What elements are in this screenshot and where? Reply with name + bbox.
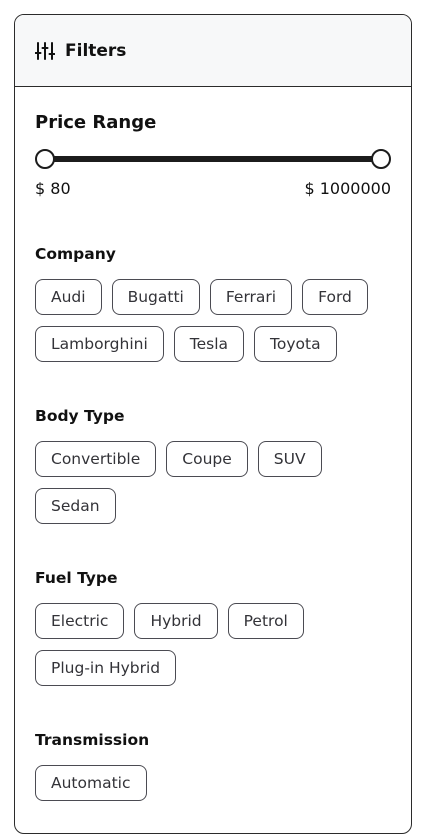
- filter-chip[interactable]: SUV: [257, 441, 322, 477]
- chip-group-fuel-type: Electric Hybrid Petrol Plug-in Hybrid: [35, 603, 391, 686]
- chip-group-body-type: Convertible Coupe SUV Sedan: [35, 441, 391, 524]
- filter-chip[interactable]: Ford: [302, 279, 368, 315]
- filter-chip[interactable]: Toyota: [254, 326, 337, 362]
- filters-header: Filters: [15, 15, 411, 87]
- section-title-transmission: Transmission: [35, 731, 150, 749]
- price-range-values: $ 80 $ 1000000: [35, 179, 391, 198]
- filter-section-body-type: Body Type Convertible Coupe SUV Sedan: [35, 406, 391, 524]
- price-range-slider[interactable]: [35, 147, 391, 171]
- filters-body: Price Range $ 80 $ 1000000 Company Audi Bu…: [15, 87, 411, 801]
- sliders-icon: [35, 41, 55, 60]
- filter-section-transmission: Transmission Automatic: [35, 730, 391, 801]
- filter-sections: Company Audi Bugatti Ferrari Ford Lamborghini…: [35, 244, 391, 801]
- filters-title: Filters: [65, 40, 127, 61]
- price-min-label: $ 80: [35, 179, 71, 198]
- filter-chip[interactable]: Ferrari: [209, 279, 293, 315]
- filter-chip[interactable]: Plug-in Hybrid: [35, 650, 177, 686]
- filter-chip[interactable]: Convertible: [35, 441, 157, 477]
- filter-section-fuel-type: Fuel Type Electric Hybrid Petrol Plug-in Hyb…: [35, 568, 391, 686]
- price-range-title: Price Range: [35, 112, 157, 133]
- filter-chip[interactable]: Coupe: [166, 441, 248, 477]
- price-max-label: $ 1000000: [304, 179, 391, 198]
- price-max-thumb[interactable]: [371, 149, 391, 169]
- filter-chip[interactable]: Electric: [35, 603, 125, 639]
- filter-chip[interactable]: Tesla: [173, 326, 245, 362]
- section-title-body-type: Body Type: [35, 407, 125, 425]
- filter-chip[interactable]: Automatic: [35, 765, 147, 801]
- chip-group-transmission: Automatic: [35, 765, 391, 801]
- price-min-thumb[interactable]: [35, 149, 55, 169]
- filter-chip[interactable]: Lamborghini: [35, 326, 164, 362]
- filter-section-company: Company Audi Bugatti Ferrari Ford Lamborghini…: [35, 244, 391, 362]
- section-title-fuel-type: Fuel Type: [35, 569, 118, 587]
- price-slider-track: [45, 156, 381, 162]
- filter-chip[interactable]: Hybrid: [134, 603, 218, 639]
- filters-panel: Filters Price Range $ 80 $ 1000000 Compa…: [14, 14, 412, 834]
- filter-chip[interactable]: Sedan: [35, 488, 116, 524]
- section-title-company: Company: [35, 245, 116, 263]
- filter-chip[interactable]: Petrol: [227, 603, 304, 639]
- chip-group-company: Audi Bugatti Ferrari Ford Lamborghini Tesla To…: [35, 279, 391, 362]
- filter-chip[interactable]: Bugatti: [111, 279, 200, 315]
- filter-chip[interactable]: Audi: [35, 279, 102, 315]
